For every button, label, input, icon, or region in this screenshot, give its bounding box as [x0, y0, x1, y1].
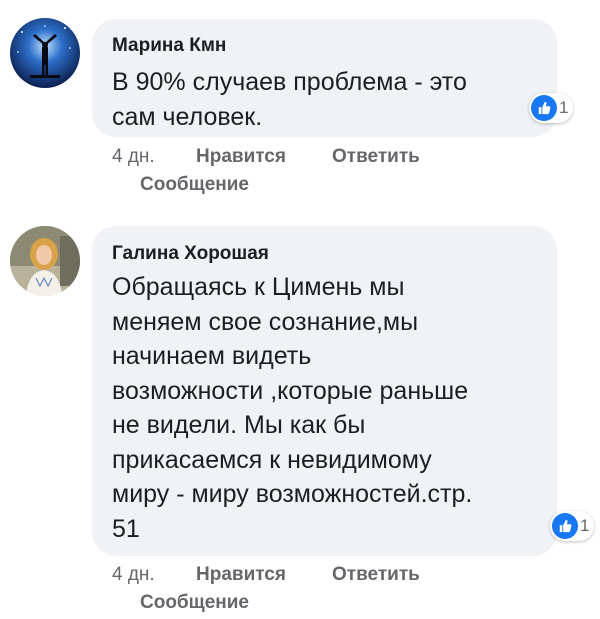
comment-text: Обращаясь к Цимень мы меняем свое сознан…	[112, 273, 473, 543]
comment-bubble: Галина Хорошая Обращаясь к Цимень мы мен…	[92, 226, 557, 556]
comment-actions: 4 дн. Нравится Ответить Сообщение	[0, 564, 600, 618]
reply-button[interactable]: Ответить	[332, 564, 420, 586]
reaction-badge[interactable]: 1	[550, 511, 595, 541]
like-button[interactable]: Нравится	[196, 564, 286, 586]
like-icon	[552, 513, 578, 539]
comment-time[interactable]: 4 дн.	[112, 564, 155, 586]
avatar-woman-photo-icon	[10, 226, 80, 296]
avatar-galina[interactable]	[10, 226, 80, 296]
message-button[interactable]: Сообщение	[140, 592, 249, 614]
comment-author[interactable]: Галина Хорошая	[112, 243, 269, 265]
reaction-count: 1	[580, 516, 590, 535]
comment-2: Галина Хорошая Обращаясь к Цимень мы мен…	[0, 0, 600, 619]
